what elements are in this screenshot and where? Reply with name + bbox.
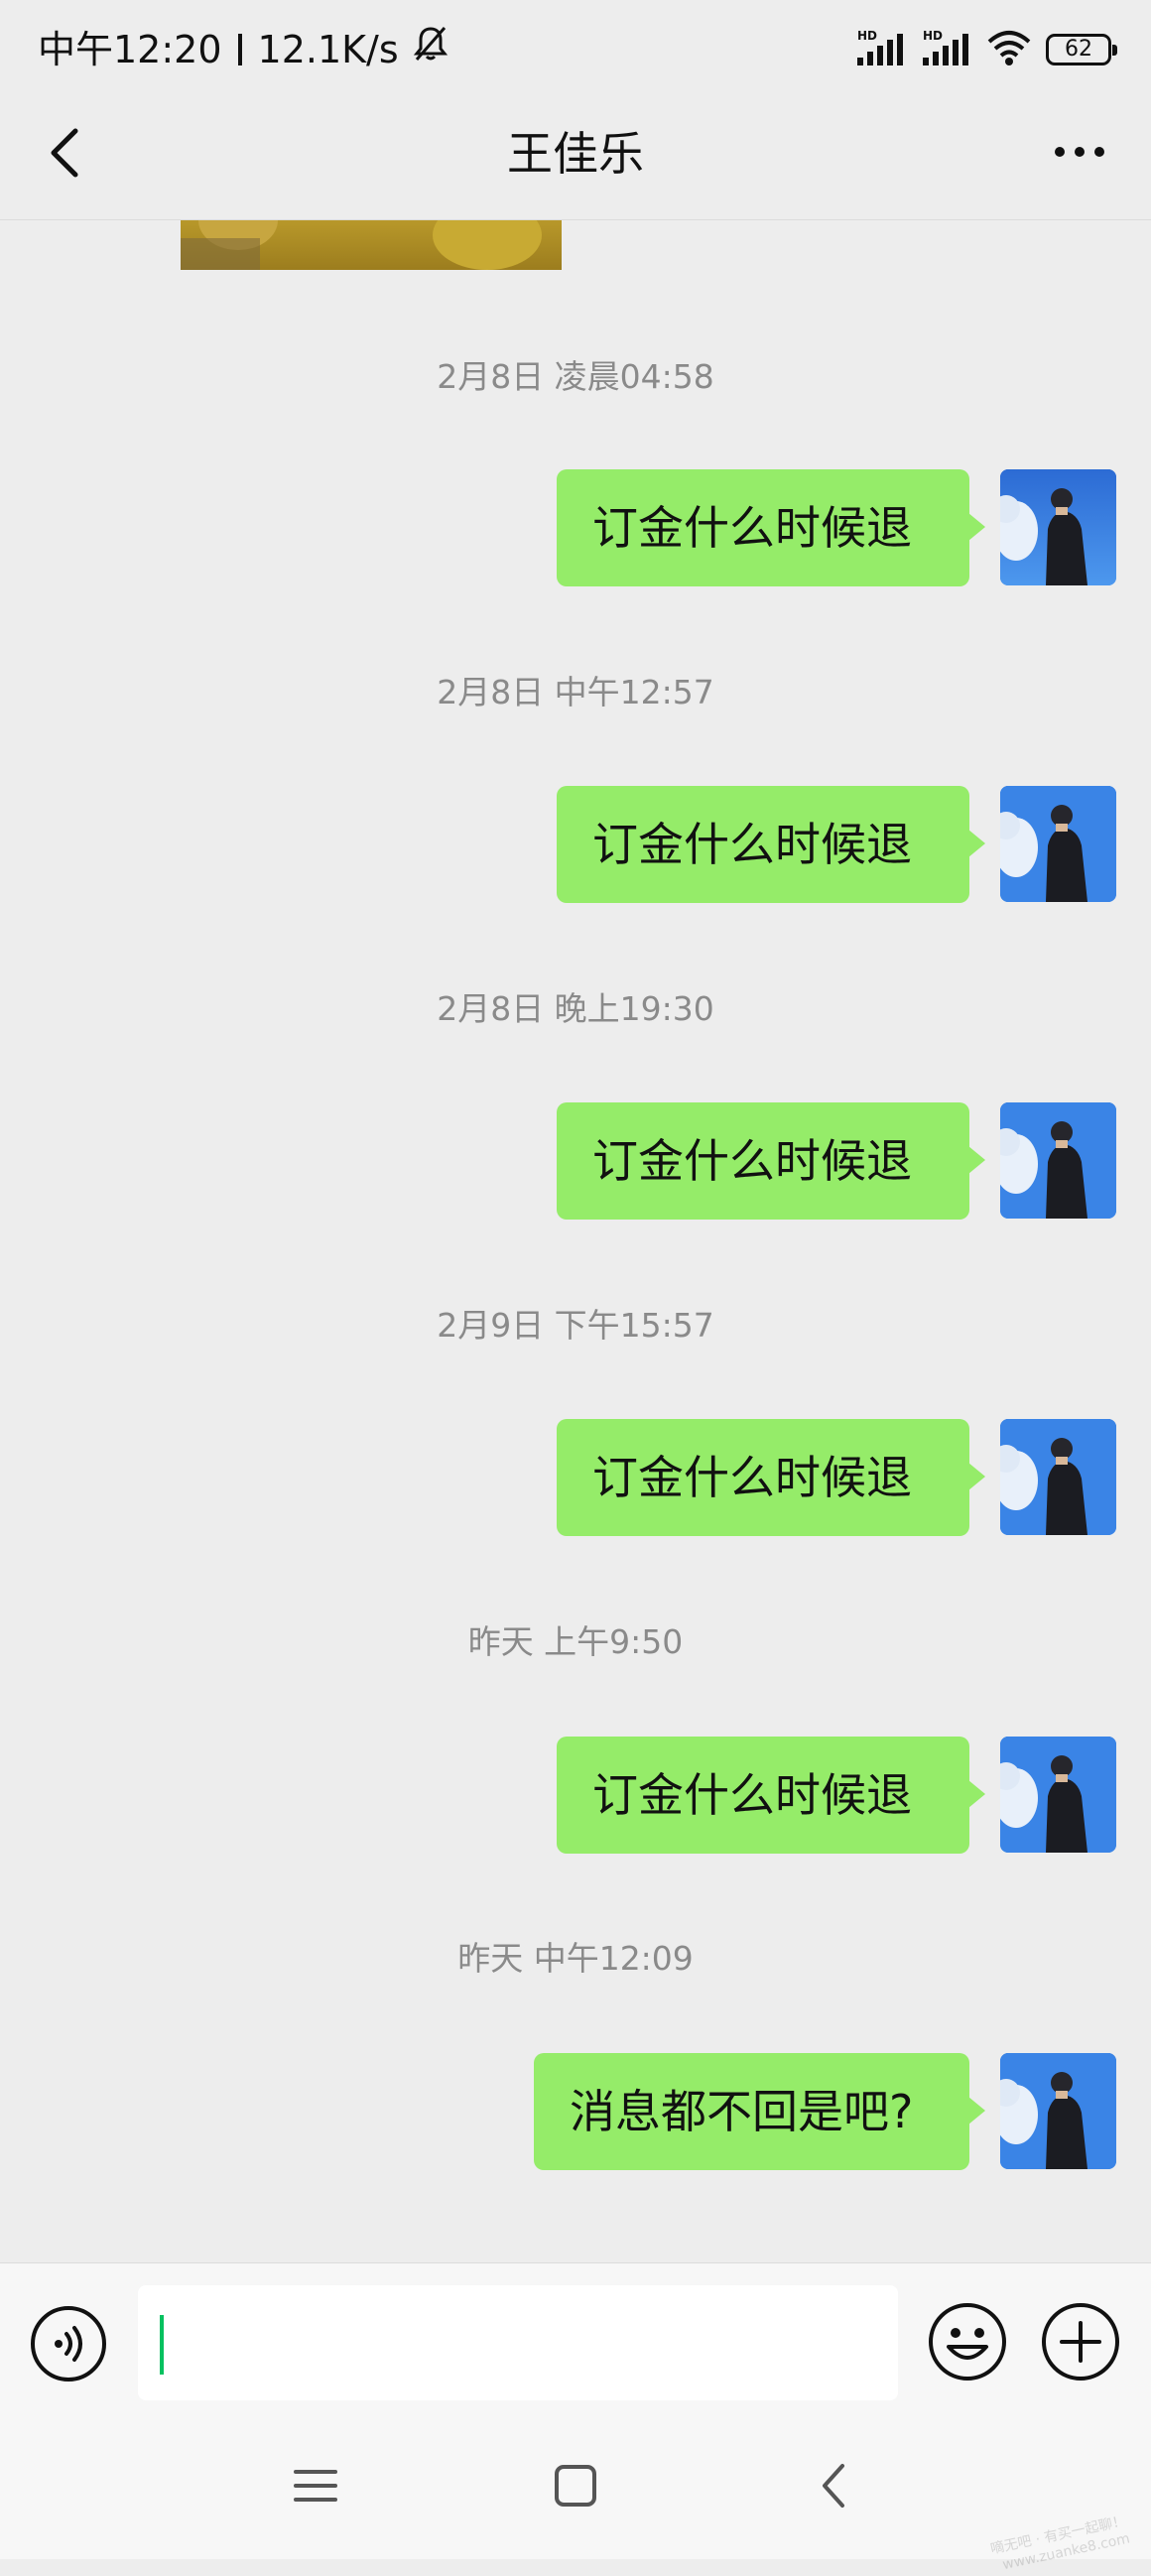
user-avatar[interactable]: [1000, 1102, 1116, 1219]
user-avatar[interactable]: [1000, 786, 1116, 902]
battery-icon: 62: [1046, 34, 1117, 65]
text-cursor: [160, 2315, 164, 2375]
mute-bell-icon: [411, 24, 450, 75]
hd-signal-icon: HD: [921, 28, 972, 71]
more-functions-button[interactable]: [1040, 2301, 1121, 2383]
previous-image-message[interactable]: [181, 220, 562, 270]
message-bubble[interactable]: 消息都不回是吧?: [534, 2053, 985, 2170]
system-navigation-bar: 嘀无吧 · 有买一起聊！ www.zuanke8.com: [0, 2418, 1151, 2573]
image-content: [433, 220, 542, 270]
status-right: HD HD 62: [855, 28, 1117, 71]
status-bar: 中午12:20 12.1K/s HD HD 62: [0, 0, 1151, 99]
user-avatar[interactable]: [1000, 2053, 1116, 2169]
more-dots-icon: [1052, 144, 1107, 164]
system-back-button[interactable]: [794, 2448, 873, 2527]
emoji-button[interactable]: [927, 2301, 1008, 2383]
message-bubble[interactable]: 订金什么时候退: [557, 786, 985, 903]
svg-text:HD: HD: [857, 29, 877, 43]
message-bubble[interactable]: 订金什么时候退: [557, 469, 985, 586]
recent-apps-button[interactable]: [276, 2448, 355, 2527]
chat-header: 王佳乐: [0, 99, 1151, 220]
home-square-icon: [554, 2464, 597, 2512]
user-avatar[interactable]: [1000, 469, 1116, 585]
page-title: 王佳乐: [507, 127, 644, 181]
user-avatar[interactable]: [1000, 1419, 1116, 1535]
message-timestamp: 昨天 上午9:50: [467, 1622, 684, 1661]
message-timestamp: 2月8日 凌晨04:58: [437, 357, 714, 396]
user-avatar[interactable]: [1000, 1737, 1116, 1853]
svg-text:HD: HD: [923, 29, 943, 43]
message-bubble[interactable]: 订金什么时候退: [557, 1102, 985, 1220]
message-input[interactable]: [138, 2285, 898, 2400]
message-timestamp: 2月8日 晚上19:30: [437, 989, 714, 1028]
emoji-icon: [927, 2303, 1008, 2386]
watermark: 嘀无吧 · 有买一起聊！ www.zuanke8.com: [988, 2512, 1131, 2576]
chat-message-list[interactable]: 2月8日 凌晨04:58 订金什么时候退 2月8日 中午12:57 订金什么时候…: [0, 220, 1151, 2262]
menu-icon: [294, 2466, 337, 2510]
input-bar: [0, 2262, 1151, 2418]
message-timestamp: 2月9日 下午15:57: [437, 1306, 714, 1345]
more-button[interactable]: [1038, 121, 1121, 187]
wifi-icon: [986, 28, 1032, 71]
network-speed: 12.1K/s: [257, 28, 399, 71]
message-timestamp: 2月8日 中午12:57: [437, 673, 714, 711]
status-separator: [237, 34, 242, 65]
voice-icon: [29, 2306, 108, 2387]
image-content: [181, 238, 260, 270]
home-button[interactable]: [536, 2448, 615, 2527]
voice-button[interactable]: [29, 2304, 108, 2383]
back-icon: [819, 2462, 848, 2513]
hd-signal-icon: HD: [855, 28, 907, 71]
message-timestamp: 昨天 中午12:09: [457, 1939, 694, 1978]
plus-icon: [1040, 2303, 1121, 2386]
message-bubble[interactable]: 订金什么时候退: [557, 1737, 985, 1854]
status-time: 中午12:20: [38, 28, 222, 71]
status-left: 中午12:20 12.1K/s: [38, 24, 450, 75]
message-bubble[interactable]: 订金什么时候退: [557, 1419, 985, 1536]
